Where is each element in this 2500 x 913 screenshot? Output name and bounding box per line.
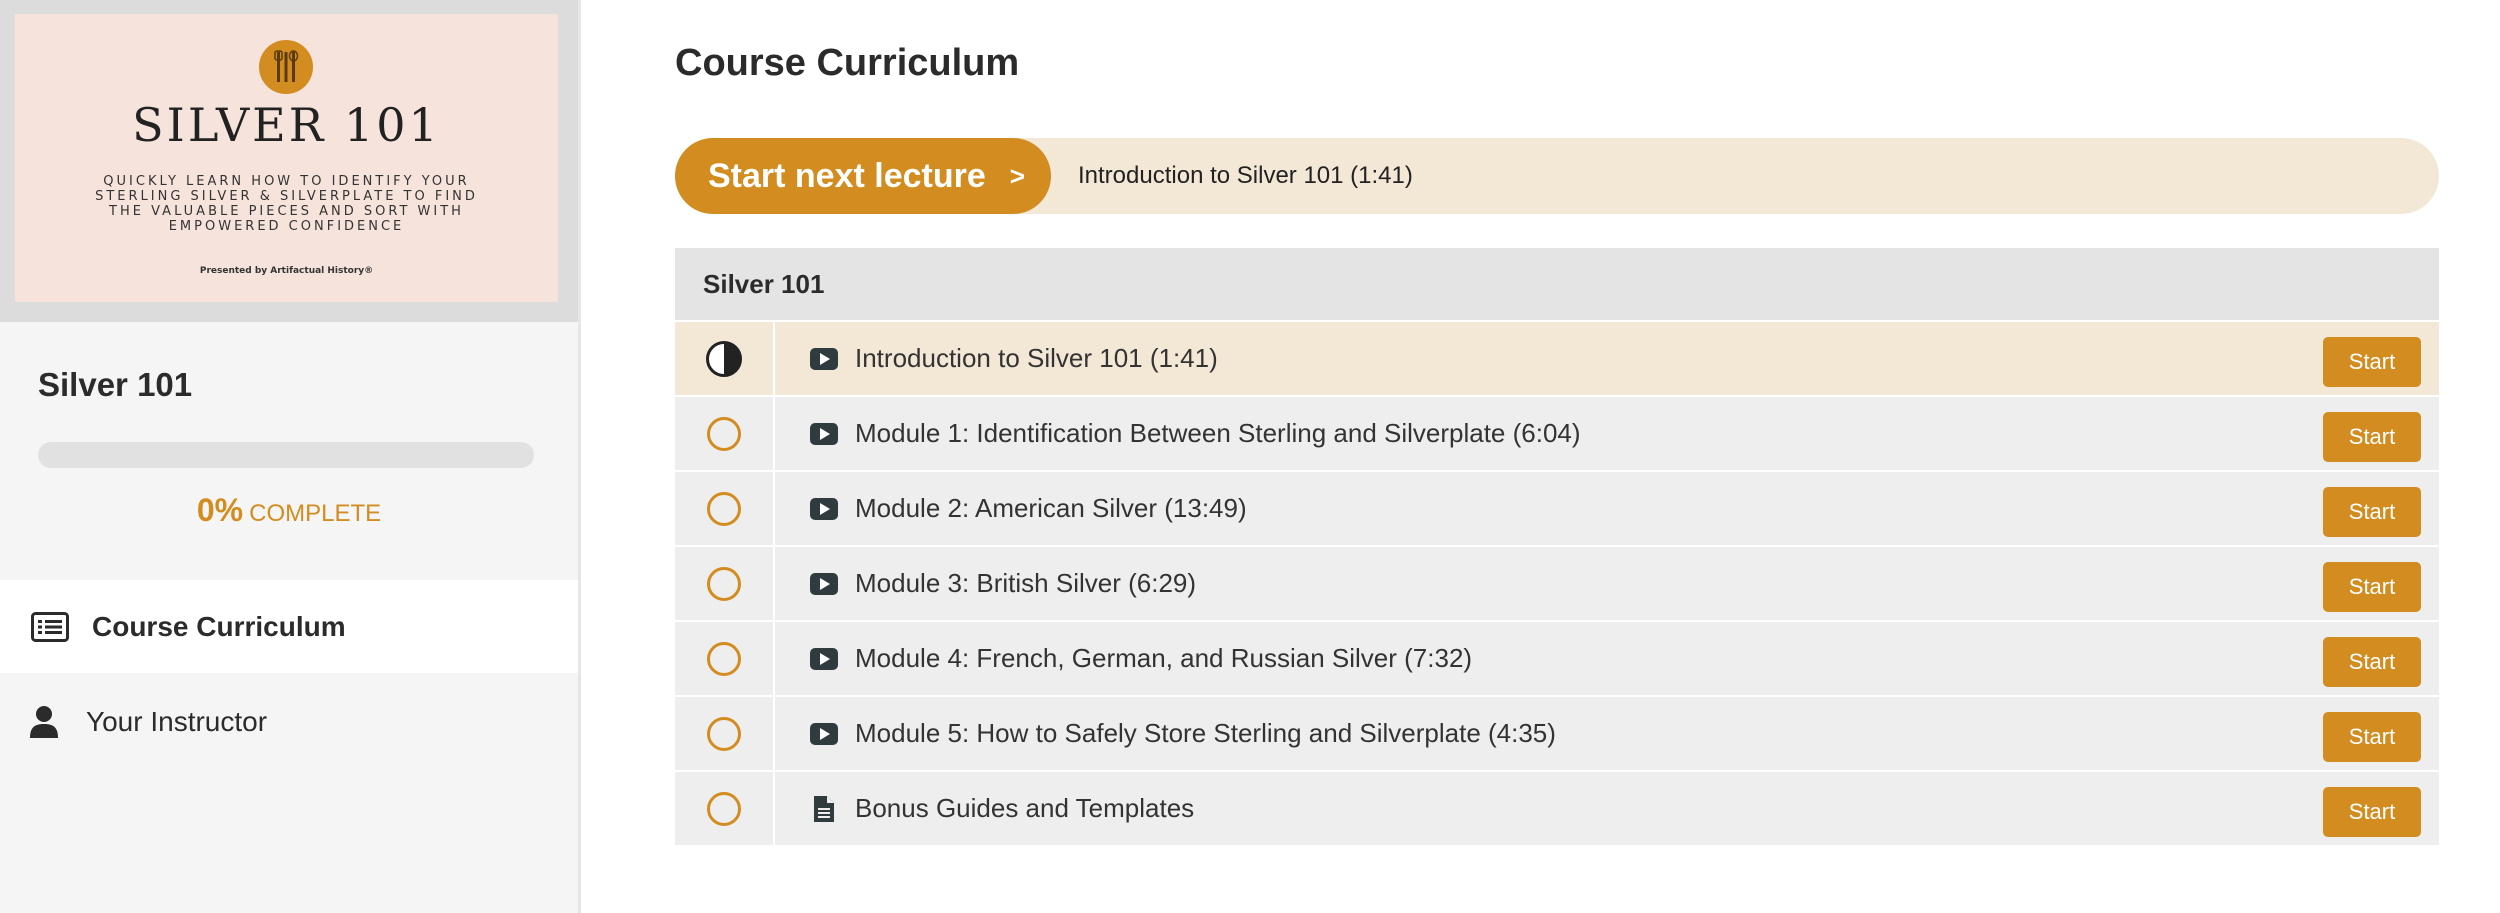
start-lecture-button[interactable]: Start bbox=[2323, 787, 2421, 837]
lecture-status bbox=[675, 622, 775, 695]
cover-presented-by: Presented by Artifactual History® bbox=[199, 266, 374, 276]
cover-title: SILVER 101 bbox=[132, 98, 441, 152]
start-lecture-button[interactable]: Start bbox=[2323, 637, 2421, 687]
empty-circle-icon bbox=[707, 416, 741, 451]
nav-label: Course Curriculum bbox=[92, 610, 346, 642]
lecture-row[interactable]: Module 5: How to Safely Store Sterling a… bbox=[675, 697, 2439, 770]
empty-circle-icon bbox=[707, 566, 741, 601]
video-play-icon bbox=[809, 646, 839, 672]
lecture-title: Module 3: British Silver (6:29) bbox=[855, 568, 1197, 598]
start-lecture-button[interactable]: Start bbox=[2323, 562, 2421, 612]
lecture-status bbox=[675, 697, 775, 770]
nav-your-instructor[interactable]: Your Instructor bbox=[0, 675, 578, 768]
empty-circle-icon bbox=[707, 641, 741, 676]
progress-bar bbox=[38, 442, 534, 468]
half-circle-icon bbox=[706, 340, 742, 377]
nav-course-curriculum[interactable]: Course Curriculum bbox=[0, 580, 578, 673]
lecture-title: Introduction to Silver 101 (1:41) bbox=[855, 343, 1218, 373]
start-lecture-button[interactable]: Start bbox=[2323, 712, 2421, 762]
lecture-status bbox=[675, 547, 775, 620]
lecture-row[interactable]: Introduction to Silver 101 (1:41) Start bbox=[675, 322, 2439, 395]
empty-circle-icon bbox=[707, 791, 741, 826]
start-lecture-button[interactable]: Start bbox=[2323, 337, 2421, 387]
empty-circle-icon bbox=[707, 716, 741, 751]
lecture-title: Module 2: American Silver (13:49) bbox=[855, 493, 1247, 523]
lecture-title: Module 1: Identification Between Sterlin… bbox=[855, 418, 1581, 448]
next-lecture-title: Introduction to Silver 101 (1:41) bbox=[1078, 162, 1413, 189]
chevron-right-icon: > bbox=[1009, 160, 1025, 191]
start-lecture-button[interactable]: Start bbox=[2323, 487, 2421, 537]
start-lecture-button[interactable]: Start bbox=[2323, 412, 2421, 462]
start-next-lecture-button[interactable]: Start next lecture > bbox=[675, 138, 1051, 214]
nav-label: Your Instructor bbox=[86, 705, 268, 737]
video-play-icon bbox=[809, 571, 839, 597]
document-icon bbox=[809, 795, 839, 822]
empty-circle-icon bbox=[707, 491, 741, 526]
course-cover-image: SILVER 101 Quickly learn how to identify… bbox=[0, 0, 578, 322]
video-play-icon bbox=[809, 421, 839, 447]
lecture-status bbox=[675, 322, 775, 395]
progress-percent: 0% bbox=[196, 492, 244, 528]
cover-subtitle: Quickly learn how to identify your sterl… bbox=[95, 174, 478, 234]
lecture-status bbox=[675, 772, 775, 845]
lecture-status bbox=[675, 472, 775, 545]
page-title: Course Curriculum bbox=[675, 42, 1020, 84]
course-cover: SILVER 101 Quickly learn how to identify… bbox=[15, 14, 558, 302]
list-icon bbox=[30, 610, 70, 644]
section-title: Silver 101 bbox=[675, 248, 2439, 320]
start-next-lecture-label: Start next lecture bbox=[708, 156, 986, 195]
next-lecture-bar: Start next lecture > Introduction to Sil… bbox=[675, 138, 2439, 214]
progress-label: COMPLETE bbox=[249, 500, 382, 527]
lecture-list: Introduction to Silver 101 (1:41) Start Mo… bbox=[675, 322, 2439, 847]
lecture-title: Module 4: French, German, and Russian Si… bbox=[855, 643, 1473, 673]
silverware-logo-icon bbox=[259, 40, 313, 94]
course-title: Silver 101 bbox=[38, 366, 193, 403]
video-play-icon bbox=[809, 496, 839, 522]
lecture-row[interactable]: Module 4: French, German, and Russian Si… bbox=[675, 622, 2439, 695]
lecture-row[interactable]: Module 1: Identification Between Sterlin… bbox=[675, 397, 2439, 470]
lecture-row[interactable]: Bonus Guides and Templates Start bbox=[675, 772, 2439, 845]
progress-text: 0% COMPLETE bbox=[0, 492, 578, 529]
lecture-row[interactable]: Module 3: British Silver (6:29) Start bbox=[675, 547, 2439, 620]
video-play-icon bbox=[809, 346, 839, 372]
lecture-status bbox=[675, 397, 775, 470]
lecture-row[interactable]: Module 2: American Silver (13:49) Start bbox=[675, 472, 2439, 545]
sidebar: SILVER 101 Quickly learn how to identify… bbox=[0, 0, 578, 913]
lecture-title: Module 5: How to Safely Store Sterling a… bbox=[855, 718, 1556, 748]
lecture-title: Bonus Guides and Templates bbox=[855, 793, 1195, 823]
user-icon bbox=[24, 705, 64, 739]
sidebar-divider bbox=[578, 0, 606, 913]
video-play-icon bbox=[809, 721, 839, 747]
